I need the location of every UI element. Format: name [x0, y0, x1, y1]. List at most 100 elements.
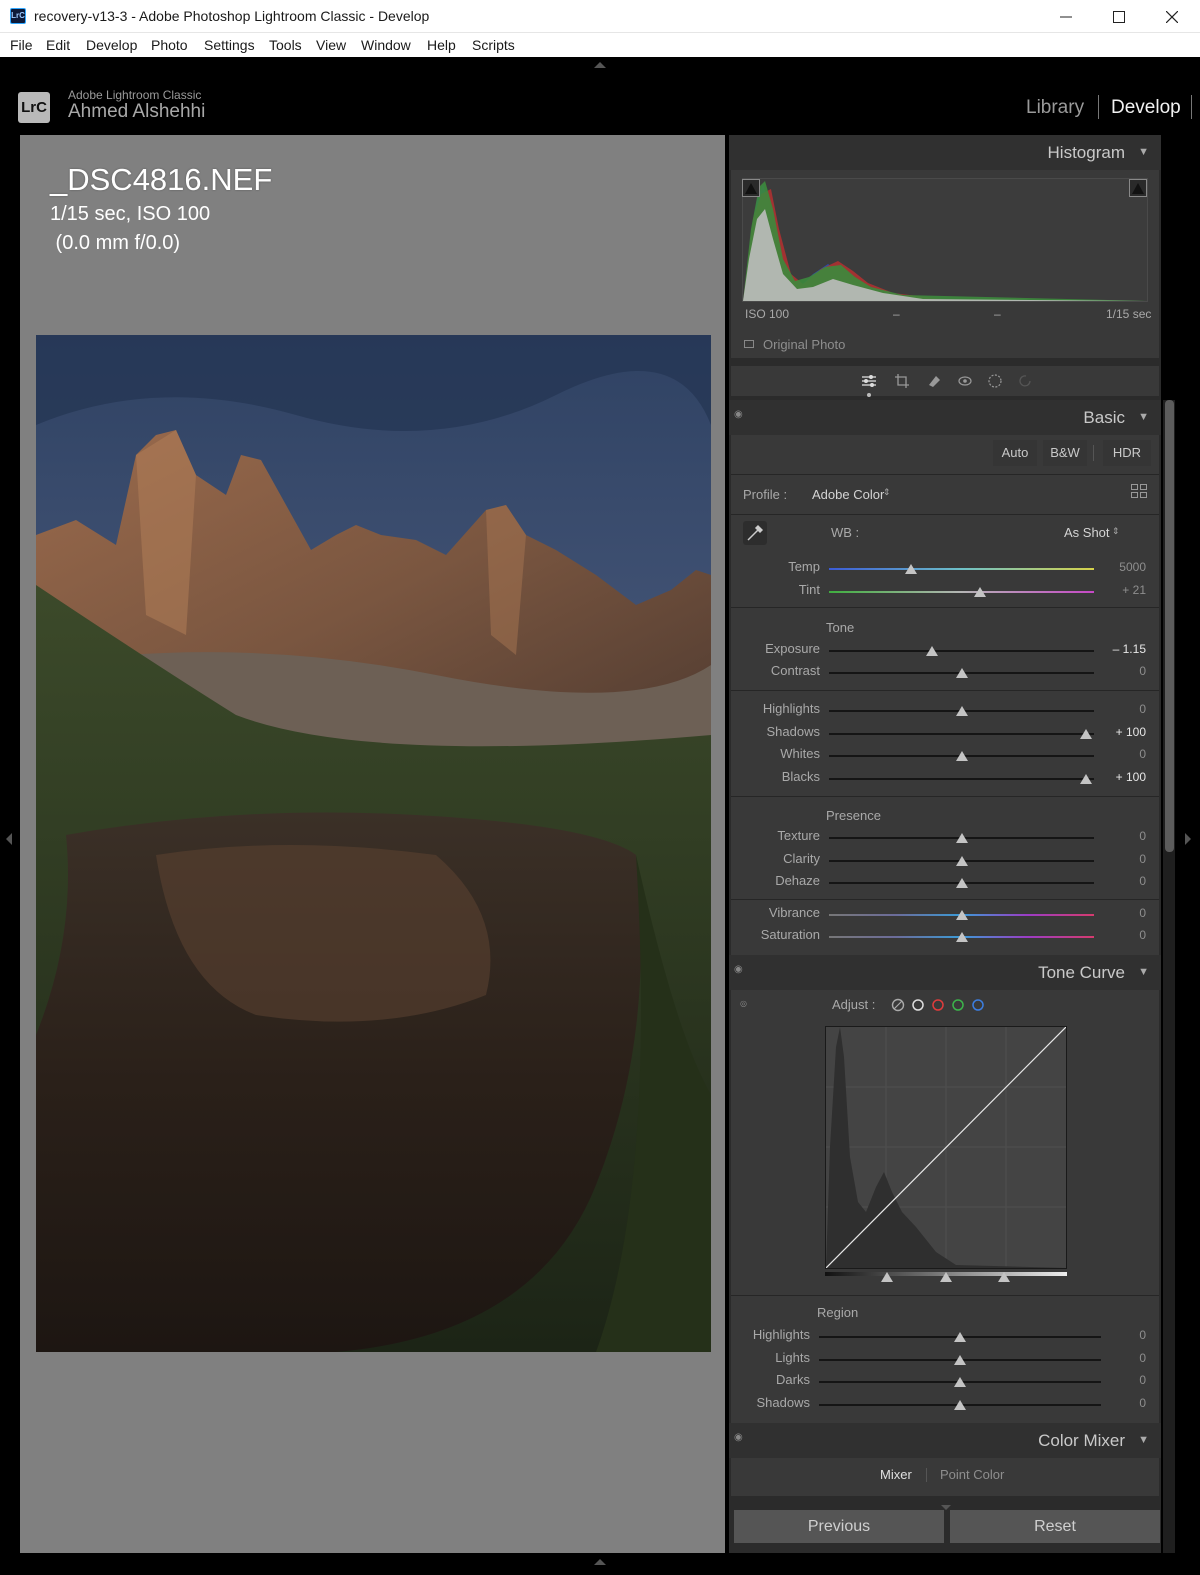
minimize-button[interactable]: [1040, 0, 1092, 33]
menu-develop[interactable]: Develop: [86, 37, 137, 53]
slider-thumb[interactable]: [926, 646, 939, 656]
wb-value[interactable]: As Shot: [1064, 525, 1110, 540]
highlight-clipping-button[interactable]: [1129, 179, 1147, 197]
hdr-button[interactable]: HDR: [1103, 440, 1151, 466]
right-panel-toggle-icon[interactable]: [1184, 833, 1192, 845]
menu-tools[interactable]: Tools: [269, 37, 302, 53]
slider-thumb[interactable]: [955, 856, 968, 866]
slider-thumb[interactable]: [955, 833, 968, 843]
collapse-triangle-icon[interactable]: ▼: [1138, 1434, 1149, 1446]
slider-value[interactable]: 0: [1096, 1373, 1146, 1387]
slider-value[interactable]: 0: [1096, 852, 1146, 866]
slider-thumb[interactable]: [955, 751, 968, 761]
slider-thumb[interactable]: [955, 878, 968, 888]
menu-window[interactable]: Window: [361, 37, 411, 53]
menu-scripts[interactable]: Scripts: [472, 37, 515, 53]
panel-visibility-eye-icon[interactable]: ◉: [734, 1432, 743, 1443]
slider-track[interactable]: [829, 733, 1094, 735]
slider-thumb[interactable]: [954, 1355, 966, 1365]
slider-track[interactable]: [829, 591, 1094, 593]
color-mixer-header[interactable]: ◉ Color Mixer ▼: [729, 1423, 1161, 1458]
slider-value[interactable]: 5000: [1096, 560, 1146, 574]
healing-eraser-icon[interactable]: [926, 373, 942, 389]
slider-value[interactable]: 0: [1096, 1328, 1146, 1342]
slider-thumb[interactable]: [905, 564, 918, 574]
slider-thumb[interactable]: [955, 932, 968, 942]
histogram-graph[interactable]: [742, 178, 1148, 302]
curve-split-thumb-highlights[interactable]: [998, 1272, 1010, 1282]
profile-value[interactable]: Adobe Color: [812, 487, 884, 502]
menu-help[interactable]: Help: [427, 37, 456, 53]
crop-icon[interactable]: [894, 373, 910, 389]
curve-channel-selector[interactable]: [891, 998, 987, 1012]
slider-thumb[interactable]: [954, 1377, 966, 1387]
slider-value[interactable]: 0: [1096, 829, 1146, 843]
maximize-button[interactable]: [1093, 0, 1145, 33]
slider-value[interactable]: 0: [1096, 1396, 1146, 1410]
slider-value[interactable]: + 100: [1096, 725, 1146, 739]
reset-button[interactable]: Reset: [950, 1510, 1160, 1543]
slider-thumb[interactable]: [955, 910, 968, 920]
module-library[interactable]: Library: [1026, 97, 1084, 119]
wb-dropdown-icon[interactable]: ⇕: [1112, 526, 1120, 537]
scrollbar-thumb[interactable]: [1165, 400, 1174, 852]
bw-button[interactable]: B&W: [1043, 440, 1087, 466]
slider-track[interactable]: [829, 778, 1094, 780]
slider-value[interactable]: + 21: [1096, 583, 1146, 597]
edit-sliders-icon[interactable]: [861, 373, 877, 389]
basic-header[interactable]: ◉ Basic ▼: [729, 400, 1161, 435]
auto-button[interactable]: Auto: [993, 440, 1037, 466]
collapse-triangle-icon[interactable]: ▼: [1138, 146, 1149, 158]
left-panel-toggle-icon[interactable]: [5, 833, 13, 845]
panel-visibility-eye-icon[interactable]: ◉: [734, 964, 743, 975]
slider-value[interactable]: – 1.15: [1096, 642, 1146, 656]
slider-thumb[interactable]: [955, 668, 968, 678]
slider-thumb[interactable]: [955, 706, 968, 716]
curve-split-thumb-shadows[interactable]: [881, 1272, 893, 1282]
tone-curve-graph[interactable]: [825, 1026, 1067, 1269]
menu-view[interactable]: View: [316, 37, 346, 53]
curve-split-thumb-midtones[interactable]: [940, 1272, 952, 1282]
slider-track[interactable]: [829, 650, 1094, 652]
panel-visibility-eye-icon[interactable]: ◉: [734, 409, 743, 420]
masking-icon[interactable]: [987, 373, 1003, 389]
collapse-triangle-icon[interactable]: ▼: [1138, 966, 1149, 978]
profile-dropdown-icon[interactable]: ⇕: [883, 487, 891, 498]
slider-track[interactable]: [829, 568, 1094, 570]
previous-button[interactable]: Previous: [734, 1510, 944, 1543]
slider-value[interactable]: + 100: [1096, 770, 1146, 784]
profile-browser-grid-icon[interactable]: [1131, 484, 1147, 498]
slider-value[interactable]: 0: [1096, 906, 1146, 920]
slider-value[interactable]: 0: [1096, 874, 1146, 888]
slider-value[interactable]: 0: [1096, 702, 1146, 716]
menu-photo[interactable]: Photo: [151, 37, 188, 53]
slider-value[interactable]: 0: [1096, 928, 1146, 942]
red-eye-icon[interactable]: [957, 373, 973, 389]
slider-thumb[interactable]: [1080, 729, 1093, 739]
main-photo[interactable]: [36, 335, 711, 1352]
module-develop[interactable]: Develop: [1111, 97, 1181, 119]
collapse-triangle-icon[interactable]: ▼: [1138, 411, 1149, 423]
slider-thumb[interactable]: [1080, 774, 1093, 784]
slider-thumb[interactable]: [954, 1332, 966, 1342]
tab-mixer[interactable]: Mixer: [880, 1467, 912, 1482]
reset-tool-icon[interactable]: [1018, 373, 1034, 389]
slider-value[interactable]: 0: [1096, 747, 1146, 761]
histogram-header[interactable]: Histogram ▼: [729, 135, 1161, 170]
slider-thumb[interactable]: [954, 1400, 966, 1410]
target-adjust-icon[interactable]: ◎: [740, 999, 747, 1008]
slider-thumb[interactable]: [974, 587, 987, 597]
tone-curve-header[interactable]: ◉ Tone Curve ▼: [729, 955, 1161, 990]
top-panel-toggle-icon[interactable]: [594, 61, 606, 69]
menu-file[interactable]: File: [10, 37, 33, 53]
shadow-clipping-button[interactable]: [742, 179, 760, 197]
slider-value[interactable]: 0: [1096, 1351, 1146, 1365]
tab-point-color[interactable]: Point Color: [940, 1467, 1004, 1482]
original-photo-checkbox[interactable]: [744, 340, 754, 348]
bottom-panel-toggle-icon[interactable]: [594, 1558, 606, 1566]
wb-eyedropper-icon[interactable]: [743, 521, 767, 545]
menu-settings[interactable]: Settings: [204, 37, 255, 53]
slider-value[interactable]: 0: [1096, 664, 1146, 678]
menu-edit[interactable]: Edit: [46, 37, 70, 53]
close-button[interactable]: [1146, 0, 1198, 33]
